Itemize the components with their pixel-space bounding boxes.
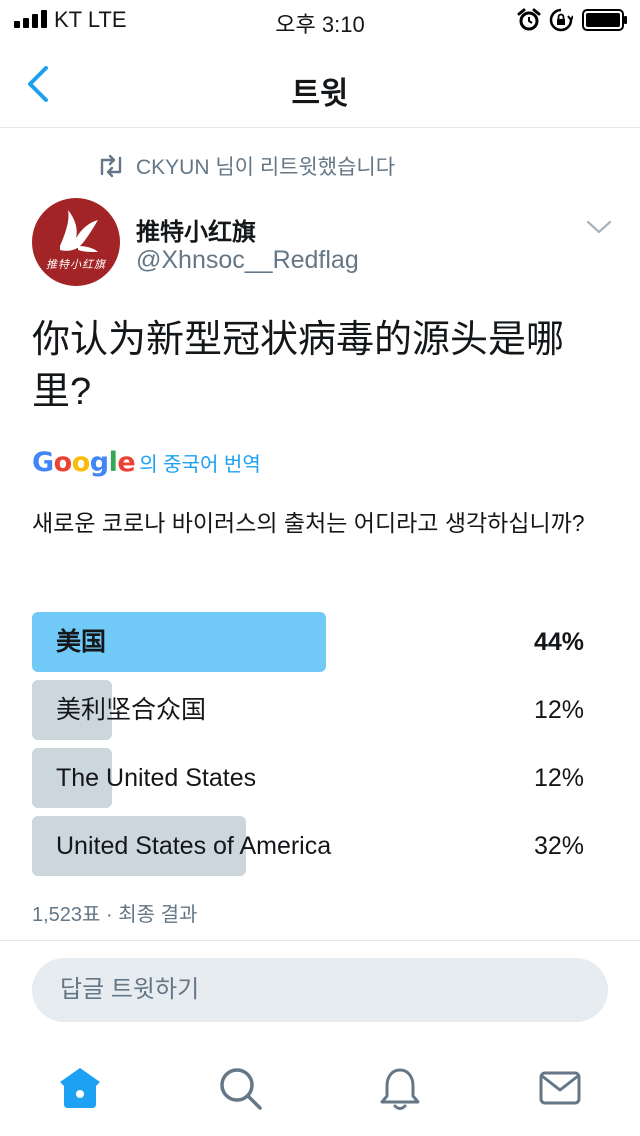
alarm-icon <box>517 8 541 31</box>
poll-option-label: The United States <box>56 764 257 792</box>
retweet-icon <box>100 154 122 178</box>
poll-option: 美国 44% <box>32 612 608 672</box>
poll-option-percent: 32% <box>533 832 584 860</box>
page-title: 트윗 <box>291 76 349 111</box>
google-logo: Google <box>32 446 136 478</box>
divider <box>0 940 640 941</box>
poll-option-percent: 44% <box>533 628 584 656</box>
poll-option-label: United States of America <box>56 832 332 860</box>
poll-option-label: 美利坚合众国 <box>56 696 207 724</box>
tab-bar <box>0 1050 640 1136</box>
chevron-down-icon[interactable] <box>586 216 612 238</box>
poll-option-percent: 12% <box>533 696 584 724</box>
battery-icon <box>582 9 627 31</box>
reply-input[interactable]: 답글 트윗하기 <box>32 958 608 1022</box>
avatar[interactable]: 推特小红旗 <box>32 198 120 286</box>
poll: 美国 44% 美利坚合众国 12% The United States 12% United… <box>32 612 608 884</box>
search-icon[interactable] <box>216 1064 264 1112</box>
translation-attribution[interactable]: Google 의 중국어 번역 <box>32 446 261 478</box>
author-display-name[interactable]: 推特小红旗 <box>136 212 256 247</box>
status-time: 오후 3:10 <box>275 12 365 37</box>
translated-text: 새로운 코로나 바이러스의 출처는 어디라고 생각하십니까? <box>32 510 585 536</box>
poll-option-percent: 12% <box>533 764 584 792</box>
poll-option: 美利坚合众国 12% <box>32 680 608 740</box>
home-icon[interactable] <box>56 1064 104 1112</box>
poll-option: United States of America 32% <box>32 816 608 876</box>
poll-option: The United States 12% <box>32 748 608 808</box>
dove-icon <box>60 210 98 252</box>
retweet-context[interactable]: CKYUN 님이 리트윗했습니다 <box>96 152 395 180</box>
translation-label: 의 중국어 번역 <box>139 453 261 476</box>
status-bar: KT LTE 오후 3:10 <box>0 0 640 40</box>
lock-rotation-icon <box>549 8 573 32</box>
messages-icon[interactable] <box>536 1064 584 1112</box>
retweet-context-text: CKYUN 님이 리트윗했습니다 <box>136 156 396 179</box>
tweet-text: 你认为新型冠状病毒的源头是哪里? <box>32 319 565 413</box>
avatar-script: 推特小红旗 <box>46 258 106 271</box>
notifications-icon[interactable] <box>376 1064 424 1112</box>
poll-meta: 1,523표 · 최종 결과 <box>32 904 198 926</box>
nav-header: 트윗 <box>0 40 640 128</box>
author-handle[interactable]: @Xhnsoc__Redflag <box>136 246 359 275</box>
poll-option-label: 美国 <box>56 628 107 656</box>
